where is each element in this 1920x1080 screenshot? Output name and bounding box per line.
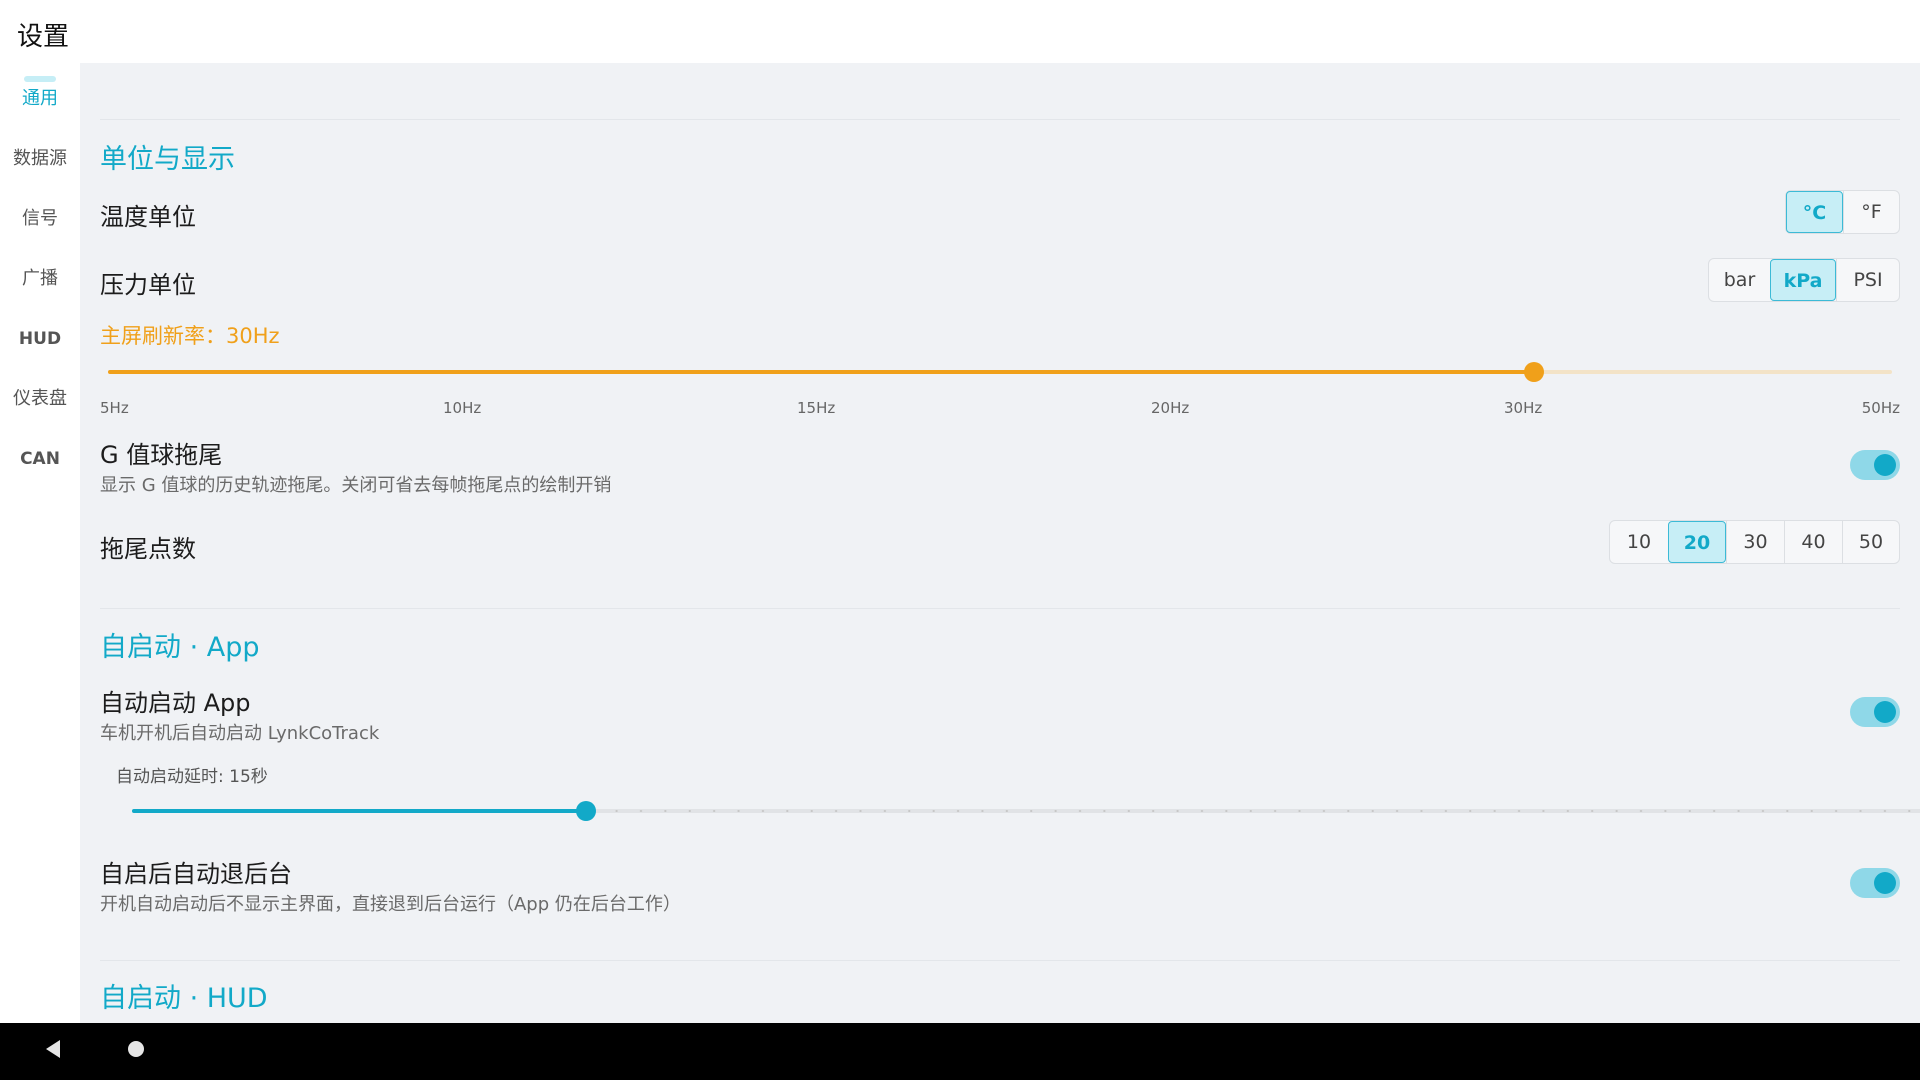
pressure-option-kpa[interactable]: kPa [1770,259,1836,301]
delay-slider-active-track [132,809,586,813]
sidebar-item-can[interactable]: CAN [0,439,80,479]
toggle-knob [1874,701,1896,723]
trail-option-10[interactable]: 10 [1610,521,1668,563]
auto-background-label: 自启后自动退后台 [100,860,292,888]
pressure-option-bar[interactable]: bar [1709,259,1770,301]
sidebar-item-dashboard[interactable]: 仪表盘 [0,379,80,419]
section-title-autostart-app: 自启动 · App [100,632,260,663]
g-trail-label: G 值球拖尾 [100,441,223,469]
section-title-autostart-hud: 自启动 · HUD [100,983,268,1014]
sidebar-item-label: 通用 [22,88,58,109]
page-title: 设置 [17,22,70,52]
refresh-tick-5hz: 5Hz [100,399,129,417]
divider [100,960,1900,961]
auto-background-toggle[interactable] [1850,868,1900,898]
toggle-knob [1874,872,1896,894]
autostart-app-description: 车机开机后自动启动 LynkCoTrack [100,723,380,744]
sidebar-item-broadcast[interactable]: 广播 [0,259,80,299]
divider [100,119,1900,120]
refresh-tick-30hz: 30Hz [1504,399,1543,417]
auto-background-description: 开机自动启动后不显示主界面，直接退到后台运行（App 仍在后台工作） [100,894,681,915]
pressure-option-psi[interactable]: PSI [1836,259,1899,301]
refresh-tick-50hz: 50Hz [1861,399,1900,417]
sidebar-item-label: 信号 [22,208,58,229]
sidebar-item-label: 广播 [22,268,58,289]
active-indicator [24,76,56,82]
section-title-units-display: 单位与显示 [100,144,235,175]
temperature-unit-label: 温度单位 [100,203,196,231]
g-trail-toggle[interactable] [1850,450,1900,480]
trail-option-20[interactable]: 20 [1668,521,1726,563]
delay-slider-thumb[interactable] [576,801,596,821]
delay-slider-step-dots [580,810,1920,812]
temperature-unit-selector: °C °F [1785,190,1900,234]
toggle-knob [1874,454,1896,476]
trail-option-50[interactable]: 50 [1842,521,1899,563]
divider [100,608,1900,609]
trail-option-30[interactable]: 30 [1726,521,1784,563]
sidebar-item-data-source[interactable]: 数据源 [0,139,80,179]
system-nav-bar [0,1023,1920,1080]
refresh-slider-active-track [108,370,1536,374]
sidebar-item-hud[interactable]: HUD [0,319,80,359]
autostart-delay-label: 自动启动延时: 15秒 [116,767,268,787]
sidebar-item-label: HUD [18,329,62,349]
app-bar: 设置 [0,0,1920,63]
back-triangle-icon[interactable] [46,1040,60,1058]
sidebar-item-label: 数据源 [13,148,67,169]
refresh-tick-20hz: 20Hz [1151,399,1190,417]
sidebar: 通用 数据源 信号 广播 HUD 仪表盘 CAN [0,63,80,1023]
refresh-rate-label: 主屏刷新率：30Hz [100,324,280,348]
refresh-tick-15hz: 15Hz [797,399,836,417]
pressure-unit-label: 压力单位 [100,271,196,299]
trail-points-selector: 10 20 30 40 50 [1609,520,1900,564]
pressure-unit-selector: bar kPa PSI [1708,258,1900,302]
g-trail-description: 显示 G 值球的历史轨迹拖尾。关闭可省去每帧拖尾点的绘制开销 [100,475,612,496]
settings-content: 单位与显示 温度单位 °C °F 压力单位 bar kPa PSI 主屏刷新率：… [80,63,1920,1023]
sidebar-item-label: 仪表盘 [13,388,67,409]
trail-points-label: 拖尾点数 [100,535,196,563]
temp-option-celsius[interactable]: °C [1786,191,1843,233]
sidebar-item-general[interactable]: 通用 [0,76,80,119]
sidebar-item-signal[interactable]: 信号 [0,199,80,239]
refresh-slider-inactive-track [1536,370,1892,374]
autostart-app-label: 自动启动 App [100,689,251,717]
trail-option-40[interactable]: 40 [1784,521,1842,563]
refresh-slider-thumb[interactable] [1524,362,1544,382]
autostart-app-toggle[interactable] [1850,697,1900,727]
sidebar-item-label: CAN [20,449,60,469]
temp-option-fahrenheit[interactable]: °F [1843,191,1899,233]
home-circle-icon[interactable] [128,1041,144,1057]
refresh-tick-10hz: 10Hz [443,399,482,417]
